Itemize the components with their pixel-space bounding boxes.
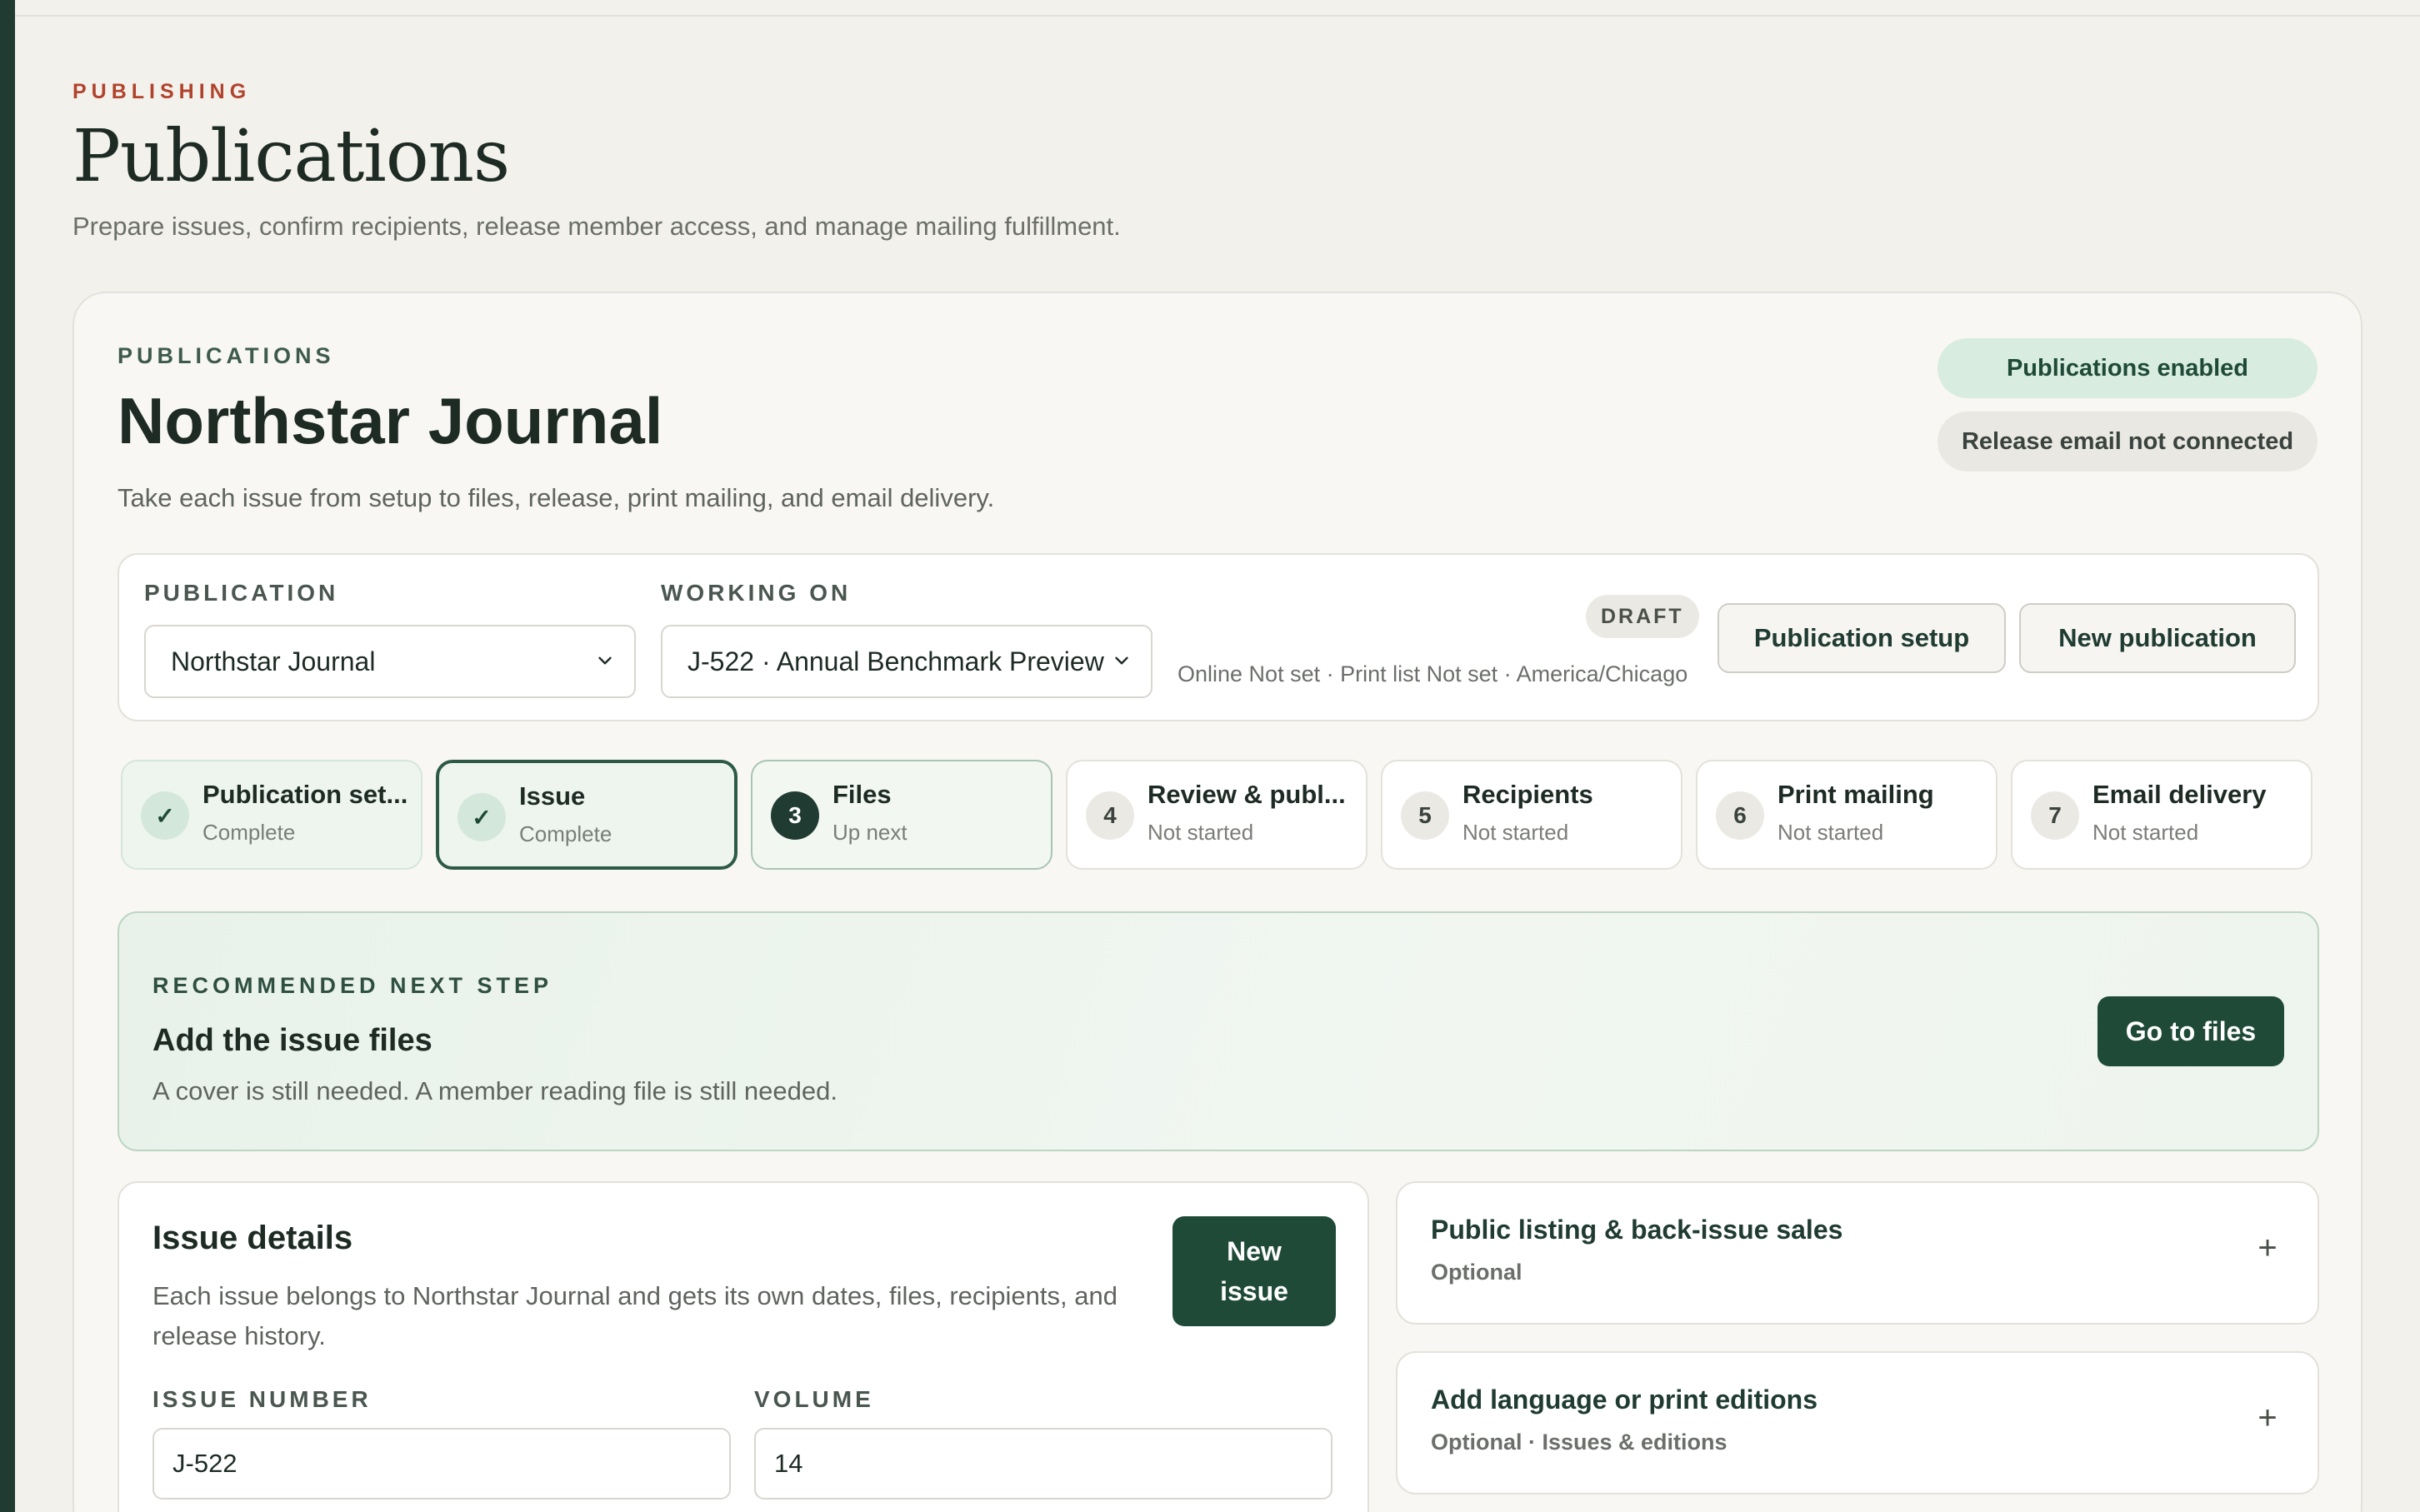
status-badge-enabled: Publications enabled bbox=[1938, 338, 2318, 398]
issue-number-input[interactable]: J-522 bbox=[152, 1428, 731, 1500]
accordion-subtitle: Optional bbox=[1431, 1260, 1522, 1285]
publication-selector-bar: PUBLICATION Northstar Journal WORKING ON… bbox=[118, 553, 2319, 721]
volume-input[interactable]: 14 bbox=[754, 1428, 1332, 1500]
accordion-subtitle: Optional · Issues & editions bbox=[1431, 1430, 1728, 1455]
page-subtitle: Prepare issues, confirm recipients, rele… bbox=[72, 212, 1121, 241]
step-title: Publication set... bbox=[202, 780, 408, 809]
step-status: Not started bbox=[1778, 820, 1884, 845]
step-status: Not started bbox=[1148, 820, 1254, 845]
issue-meta: Online Not set · Print list Not set · Am… bbox=[1178, 661, 1688, 686]
step-title: Recipients bbox=[1462, 780, 1593, 809]
page-title: Publications bbox=[72, 115, 510, 198]
step-recipients[interactable]: 5 Recipients Not started bbox=[1381, 760, 1682, 870]
new-issue-label: New issue bbox=[1220, 1236, 1288, 1306]
step-publication-setup[interactable]: ✓ Publication set... Complete bbox=[121, 760, 422, 870]
publication-title: Northstar Journal bbox=[118, 384, 663, 457]
accordion-public-listing[interactable]: Public listing & back-issue sales Option… bbox=[1396, 1181, 2319, 1325]
publication-subtitle: Take each issue from setup to files, rel… bbox=[118, 483, 995, 512]
publication-label: PUBLICATION bbox=[144, 580, 339, 606]
recommended-subtitle: A cover is still needed. A member readin… bbox=[152, 1076, 838, 1105]
step-review-publish[interactable]: 4 Review & publ... Not started bbox=[1066, 760, 1368, 870]
card-eyebrow: PUBLICATIONS bbox=[118, 343, 335, 368]
draft-badge: DRAFT bbox=[1586, 595, 1699, 638]
go-to-files-button[interactable]: Go to files bbox=[2098, 996, 2284, 1066]
step-print-mailing[interactable]: 6 Print mailing Not started bbox=[1696, 760, 1998, 870]
recommended-step-panel: RECOMMENDED NEXT STEP Add the issue file… bbox=[118, 911, 2319, 1151]
plus-icon[interactable]: + bbox=[2251, 1231, 2284, 1265]
step-number: 5 bbox=[1401, 791, 1449, 840]
issue-select-value: J-522 · Annual Benchmark Preview bbox=[688, 646, 1104, 676]
issue-number-label: ISSUE NUMBER bbox=[152, 1386, 372, 1412]
step-status: Not started bbox=[2092, 820, 2199, 845]
step-status: Up next bbox=[832, 820, 908, 845]
publication-select[interactable]: Northstar Journal bbox=[144, 625, 636, 698]
new-issue-button[interactable]: New issue bbox=[1172, 1216, 1336, 1326]
step-email-delivery[interactable]: 7 Email delivery Not started bbox=[2011, 760, 2312, 870]
step-title: Files bbox=[832, 780, 892, 809]
issue-select[interactable]: J-522 · Annual Benchmark Preview bbox=[661, 625, 1152, 698]
recommended-eyebrow: RECOMMENDED NEXT STEP bbox=[152, 973, 553, 998]
step-number: 4 bbox=[1086, 791, 1134, 840]
plus-icon[interactable]: + bbox=[2251, 1401, 2284, 1435]
step-title: Review & publ... bbox=[1148, 780, 1346, 809]
recommended-title: Add the issue files bbox=[152, 1023, 432, 1058]
volume-label: VOLUME bbox=[754, 1386, 874, 1412]
step-title: Issue bbox=[519, 781, 586, 811]
check-icon: ✓ bbox=[458, 793, 506, 841]
step-number: 7 bbox=[2031, 791, 2079, 840]
issue-details-subtitle: Each issue belongs to Northstar Journal … bbox=[152, 1281, 1118, 1350]
status-badge-email: Release email not connected bbox=[1938, 412, 2318, 472]
left-rail bbox=[0, 0, 15, 1512]
issue-details-title: Issue details bbox=[152, 1220, 353, 1256]
publication-card: PUBLICATIONS Northstar Journal Take each… bbox=[72, 292, 2362, 1512]
chevron-down-icon bbox=[598, 656, 612, 665]
accordion-editions[interactable]: Add language or print editions Optional … bbox=[1396, 1351, 2319, 1495]
section-eyebrow: PUBLISHING bbox=[72, 80, 252, 103]
publication-select-value: Northstar Journal bbox=[171, 646, 376, 676]
step-status: Not started bbox=[1462, 820, 1569, 845]
step-number: 3 bbox=[771, 791, 819, 840]
issue-details-panel: Issue details Each issue belongs to Nort… bbox=[118, 1181, 1369, 1512]
top-bar bbox=[15, 0, 2420, 17]
step-status: Complete bbox=[202, 820, 296, 845]
working-on-label: WORKING ON bbox=[661, 580, 852, 606]
new-publication-button[interactable]: New publication bbox=[2019, 603, 2296, 673]
step-issue[interactable]: ✓ Issue Complete bbox=[436, 760, 738, 870]
accordion-title: Add language or print editions bbox=[1431, 1385, 1818, 1415]
step-status: Complete bbox=[519, 821, 612, 846]
step-title: Print mailing bbox=[1778, 780, 1934, 809]
step-number: 6 bbox=[1716, 791, 1764, 840]
check-icon: ✓ bbox=[141, 791, 189, 840]
accordion-title: Public listing & back-issue sales bbox=[1431, 1215, 1843, 1245]
publication-setup-button[interactable]: Publication setup bbox=[1718, 603, 2006, 673]
step-files[interactable]: 3 Files Up next bbox=[751, 760, 1052, 870]
step-title: Email delivery bbox=[2092, 780, 2267, 809]
workflow-stepper: ✓ Publication set... Complete ✓ Issue Co… bbox=[121, 760, 2321, 870]
chevron-down-icon bbox=[1115, 656, 1128, 665]
